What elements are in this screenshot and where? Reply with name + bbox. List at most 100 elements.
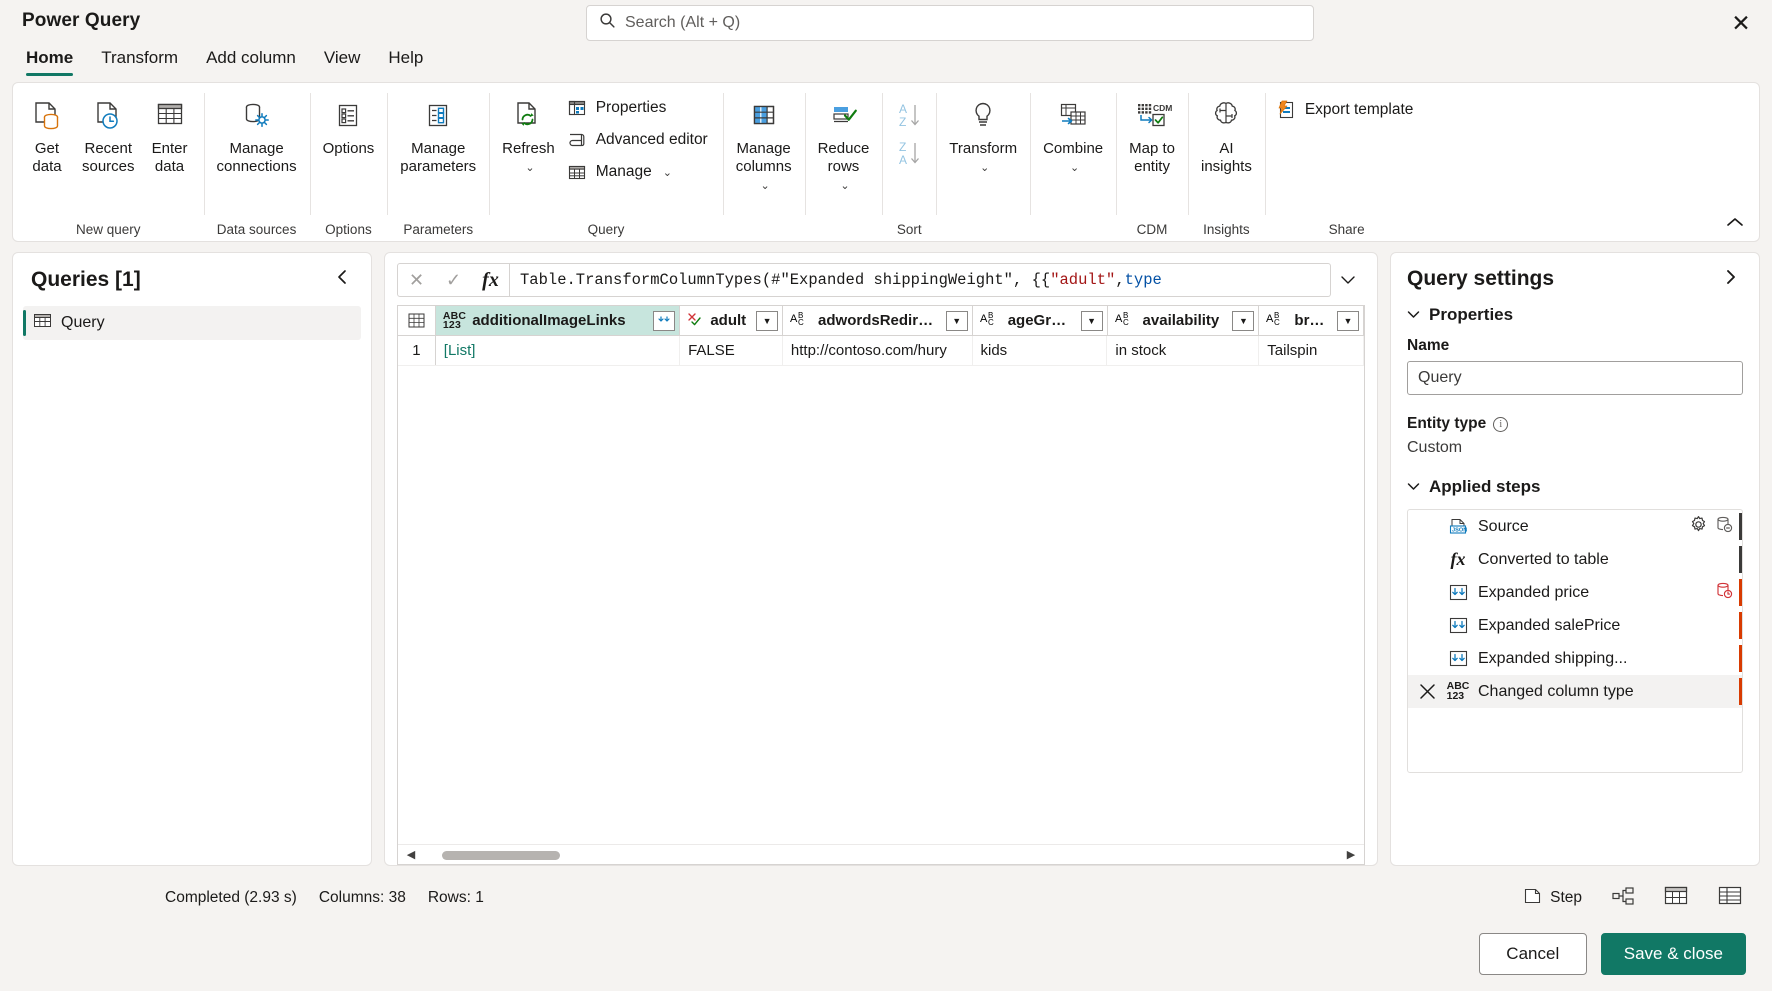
tab-add-column[interactable]: Add column <box>192 46 310 77</box>
truefalse-type-icon <box>687 311 704 331</box>
fx-icon[interactable]: fx <box>472 264 509 296</box>
query-list-item[interactable]: Query <box>23 306 361 340</box>
transform-button[interactable]: Transform ⌄ <box>942 91 1024 176</box>
applied-steps-section-header[interactable]: Applied steps <box>1407 477 1743 497</box>
chevron-up-icon[interactable] <box>1721 209 1749 235</box>
grid-view-icon <box>1664 885 1688 911</box>
filter-dropdown-icon[interactable]: ▼ <box>756 310 779 331</box>
combine-button[interactable]: Combine ⌄ <box>1036 91 1110 176</box>
footer-actions: Cancel Save & close <box>0 916 1772 991</box>
ribbon-group-label-insights: Insights <box>1203 221 1250 237</box>
formula-expand-chevron-down-icon[interactable] <box>1331 275 1365 285</box>
column-header-ageGroup[interactable]: ABC ageGroup ▼ <box>973 306 1108 335</box>
cell-brand[interactable]: Tailspin <box>1259 336 1364 365</box>
options-button[interactable]: Options <box>316 91 382 160</box>
scrollbar-track[interactable] <box>424 845 1338 865</box>
enter-data-label: Enter data <box>151 140 188 175</box>
entity-type-label-row: Entity type i <box>1407 415 1743 433</box>
close-icon[interactable]: ✕ <box>1724 6 1758 40</box>
recent-sources-button[interactable]: Recent sources <box>75 91 142 178</box>
applied-step-expanded-shipping[interactable]: Expanded shipping... <box>1408 642 1742 675</box>
column-header-brand[interactable]: ABC brand ▼ <box>1259 306 1364 335</box>
data-source-icon[interactable] <box>1715 515 1734 539</box>
cell-ageGroup[interactable]: kids <box>973 336 1108 365</box>
advanced-editor-button[interactable]: Advanced editor <box>562 125 717 155</box>
horizontal-scrollbar[interactable]: ◀ ▶ <box>398 844 1364 864</box>
ribbon-group-combine: Combine ⌄ <box>1030 83 1116 241</box>
gear-icon[interactable] <box>1689 515 1708 539</box>
delete-step-icon[interactable] <box>1416 683 1438 700</box>
column-header-availability[interactable]: ABC availability ▼ <box>1108 306 1260 335</box>
applied-step-converted-to-table[interactable]: fx Converted to table <box>1408 543 1742 576</box>
tab-help[interactable]: Help <box>374 46 437 77</box>
diagram-view-button[interactable] <box>1606 883 1640 914</box>
table-row[interactable]: 1 [List] FALSE http://contoso.com/hury k… <box>398 336 1364 366</box>
applied-step-expanded-price[interactable]: Expanded price <box>1408 576 1742 609</box>
schema-view-button[interactable] <box>1712 882 1748 914</box>
manage-parameters-button[interactable]: Manage parameters <box>393 91 483 178</box>
chevron-left-icon[interactable] <box>330 267 355 292</box>
sort-ascending-button[interactable]: A Z <box>888 97 930 133</box>
tab-view[interactable]: View <box>310 46 375 77</box>
enter-data-button[interactable]: Enter data <box>142 91 198 178</box>
caret-right-icon[interactable]: ▶ <box>1338 848 1364 861</box>
column-header-additionalImageLinks[interactable]: ABC 123 additionalImageLinks <box>435 306 681 335</box>
svg-text:A: A <box>1115 313 1123 325</box>
svg-text:A: A <box>790 313 798 325</box>
filter-dropdown-icon[interactable]: ▼ <box>945 310 968 331</box>
data-grid: ABC 123 additionalImageLinks adult ▼ A B… <box>397 305 1365 865</box>
refresh-button[interactable]: Refresh ⌄ <box>495 91 562 176</box>
filter-dropdown-icon[interactable]: ▼ <box>1337 310 1360 331</box>
save-and-close-button[interactable]: Save & close <box>1600 932 1746 975</box>
sort-descending-button[interactable]: Z A <box>888 135 930 171</box>
chevron-down-icon: ⌄ <box>760 180 770 192</box>
manage-connections-label: Manage connections <box>216 140 297 175</box>
cell-additionalImageLinks[interactable]: [List] <box>436 336 681 365</box>
title-bar: Power Query Search (Alt + Q) ✕ <box>0 0 1772 46</box>
column-header-adult[interactable]: adult ▼ <box>680 306 784 335</box>
applied-step-source[interactable]: JSON Source <box>1408 510 1742 543</box>
formula-confirm-icon[interactable]: ✓ <box>435 264 472 296</box>
cell-adwordsRedirect[interactable]: http://contoso.com/hury <box>783 336 973 365</box>
reduce-rows-button[interactable]: Reduce rows ⌄ <box>811 91 877 194</box>
export-template-button[interactable]: Export template <box>1271 95 1423 125</box>
status-completed: Completed (2.93 s) <box>165 889 297 906</box>
expand-column-icon[interactable] <box>653 310 676 331</box>
tab-transform[interactable]: Transform <box>87 46 192 77</box>
formula-input[interactable]: Table.TransformColumnTypes(#"Expanded sh… <box>510 263 1331 297</box>
query-name-input[interactable]: Query <box>1407 361 1743 395</box>
manage-connections-button[interactable]: Manage connections <box>210 91 304 178</box>
search-icon <box>599 12 616 34</box>
tab-home[interactable]: Home <box>12 46 87 77</box>
cell-availability[interactable]: in stock <box>1107 336 1260 365</box>
cancel-button[interactable]: Cancel <box>1478 932 1587 975</box>
step-button[interactable]: Step <box>1517 883 1588 914</box>
properties-section-header[interactable]: Properties <box>1407 305 1743 325</box>
chevron-right-icon[interactable] <box>1718 269 1743 290</box>
filter-dropdown-icon[interactable]: ▼ <box>1080 310 1103 331</box>
abc-type-icon: ABC <box>1266 311 1288 331</box>
cell-adult[interactable]: FALSE <box>680 336 783 365</box>
manage-columns-button[interactable]: Manage columns ⌄ <box>729 91 799 194</box>
query-folding-indicator-icon[interactable] <box>1715 581 1734 605</box>
applied-step-changed-column-type[interactable]: ABC 123 Changed column type <box>1408 675 1742 708</box>
manage-button[interactable]: Manage ⌄ <box>562 157 717 187</box>
info-icon[interactable]: i <box>1493 416 1509 432</box>
select-all-corner-icon[interactable] <box>398 306 436 335</box>
get-data-icon <box>27 95 67 137</box>
chevron-down-icon: ⌄ <box>525 162 535 174</box>
column-header-adwordsRedirect[interactable]: ABC adwordsRedirect ▼ <box>783 306 973 335</box>
scrollbar-thumb[interactable] <box>442 850 560 860</box>
properties-button[interactable]: Properties <box>562 93 717 123</box>
abc123-icon: ABC 123 <box>1446 680 1470 702</box>
map-to-entity-button[interactable]: CDM Map to entity <box>1122 91 1182 178</box>
filter-dropdown-icon[interactable]: ▼ <box>1232 310 1255 331</box>
formula-cancel-icon[interactable]: ✕ <box>398 264 435 296</box>
ai-insights-button[interactable]: AI insights <box>1194 91 1259 178</box>
caret-left-icon[interactable]: ◀ <box>398 848 424 861</box>
applied-step-expanded-saleprice[interactable]: Expanded salePrice <box>1408 609 1742 642</box>
get-data-button[interactable]: Get data <box>19 91 75 178</box>
grid-view-button[interactable] <box>1658 882 1694 914</box>
name-field-label: Name <box>1407 337 1450 354</box>
search-input[interactable]: Search (Alt + Q) <box>586 5 1314 41</box>
